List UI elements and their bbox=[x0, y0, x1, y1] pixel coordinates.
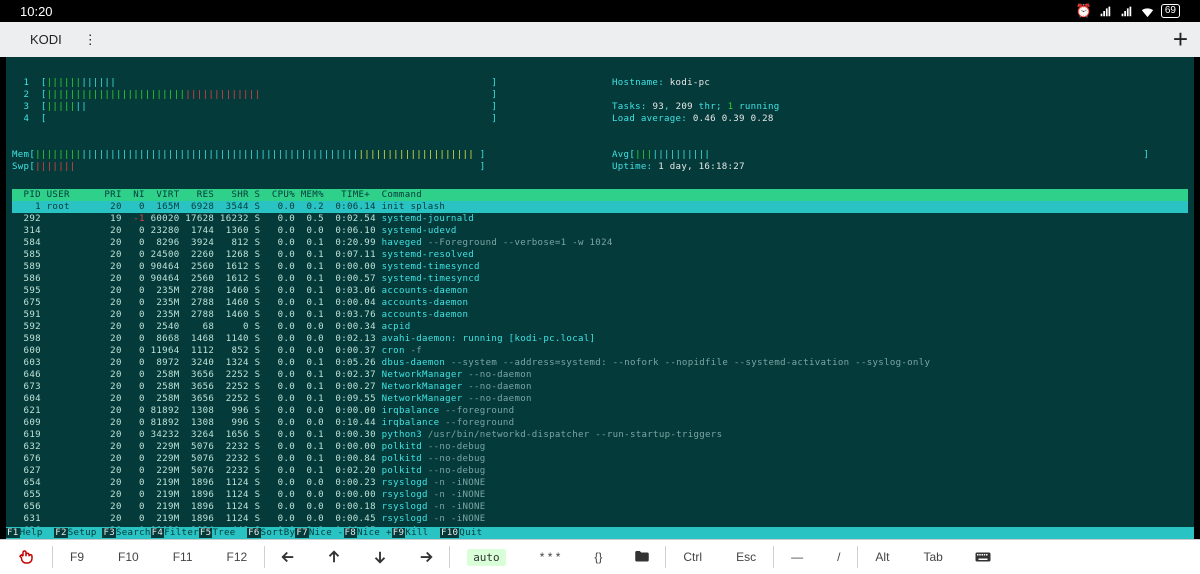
tab-title[interactable]: KODI bbox=[30, 32, 62, 47]
process-row[interactable]: 609 20 0 81892 1308 996 S 0.0 0.0 0:10.4… bbox=[12, 417, 1188, 429]
key-slash[interactable]: / bbox=[820, 540, 857, 574]
process-row[interactable]: 619 20 0 34232 3264 1656 S 0.0 0.1 0:00.… bbox=[12, 429, 1188, 441]
key-f12[interactable]: F12 bbox=[210, 540, 265, 574]
process-row[interactable]: 598 20 0 8668 1468 1140 S 0.0 0.0 0:02.1… bbox=[12, 333, 1188, 345]
stars-button[interactable]: * * * bbox=[523, 540, 578, 574]
process-row[interactable]: 586 20 0 90464 2560 1612 S 0.0 0.1 0:00.… bbox=[12, 273, 1188, 285]
alarm-icon: ⏰ bbox=[1076, 3, 1092, 19]
android-statusbar: 10:20 ⏰ 69 bbox=[0, 0, 1200, 22]
new-tab-button[interactable]: + bbox=[1173, 24, 1188, 55]
process-row-selected[interactable]: 1 root 20 0 165M 6928 3544 S 0.0 0.2 0:0… bbox=[12, 201, 1188, 213]
process-row[interactable]: 632 20 0 229M 5076 2232 S 0.0 0.1 0:00.0… bbox=[12, 441, 1188, 453]
braces-button[interactable]: {} bbox=[577, 540, 619, 574]
process-row[interactable]: 585 20 0 24500 2260 1268 S 0.0 0.1 0:07.… bbox=[12, 249, 1188, 261]
autocomplete-button[interactable]: auto bbox=[450, 540, 523, 574]
tab-menu-icon[interactable]: ⋮ bbox=[84, 32, 97, 48]
key-tab[interactable]: Tab bbox=[906, 540, 959, 574]
termux-toolbar: F9 F10 F11 F12 auto * * * {} Ctrl Esc ― … bbox=[0, 539, 1200, 574]
battery-indicator: 69 bbox=[1161, 4, 1180, 18]
status-icons: ⏰ 69 bbox=[1076, 3, 1180, 19]
process-row[interactable]: 604 20 0 258M 3656 2252 S 0.0 0.1 0:09.5… bbox=[12, 393, 1188, 405]
process-row[interactable]: 656 20 0 219M 1896 1124 S 0.0 0.0 0:00.1… bbox=[12, 501, 1188, 513]
keyboard-icon[interactable] bbox=[960, 540, 1006, 574]
process-row[interactable]: 595 20 0 235M 2788 1460 S 0.0 0.1 0:03.0… bbox=[12, 285, 1188, 297]
arrow-right-icon[interactable] bbox=[403, 540, 449, 574]
process-row[interactable]: 292 19 -1 60020 17628 16232 S 0.0 0.5 0:… bbox=[12, 213, 1188, 225]
arrow-left-icon[interactable] bbox=[265, 540, 311, 574]
terminal-htop[interactable]: 1 [|||||||||||| ] 2 [|||||||||||||||||||… bbox=[6, 57, 1194, 539]
cpu-meters: 1 [|||||||||||| ] 2 [|||||||||||||||||||… bbox=[12, 65, 612, 137]
mem-meters: Mem[||||||||||||||||||||||||||||||||||||… bbox=[12, 137, 612, 185]
process-row[interactable]: 603 20 0 8972 3240 1324 S 0.0 0.1 0:05.2… bbox=[12, 357, 1188, 369]
touch-icon[interactable] bbox=[0, 540, 52, 574]
hostname-label: Hostname: bbox=[612, 78, 664, 88]
process-row[interactable]: 592 20 0 2540 68 0 S 0.0 0.0 0:00.34 acp… bbox=[12, 321, 1188, 333]
process-header: PID USER PRI NI VIRT RES SHR S CPU% MEM%… bbox=[12, 189, 1188, 201]
process-row[interactable]: 621 20 0 81892 1308 996 S 0.0 0.0 0:00.0… bbox=[12, 405, 1188, 417]
process-row[interactable]: 655 20 0 219M 1896 1124 S 0.0 0.0 0:00.0… bbox=[12, 489, 1188, 501]
process-row[interactable]: 673 20 0 258M 3656 2252 S 0.0 0.1 0:00.2… bbox=[12, 381, 1188, 393]
signal-icon bbox=[1098, 4, 1113, 19]
key-alt[interactable]: Alt bbox=[858, 540, 906, 574]
uptime-label: Uptime: bbox=[612, 162, 652, 172]
signal-icon bbox=[1119, 4, 1134, 19]
process-row[interactable]: 589 20 0 90464 2560 1612 S 0.0 0.1 0:00.… bbox=[12, 261, 1188, 273]
process-row[interactable]: 314 20 0 23280 1744 1360 S 0.0 0.0 0:06.… bbox=[12, 225, 1188, 237]
tabbar: KODI ⋮ + bbox=[0, 22, 1200, 57]
uptime: 1 day, 16:18:27 bbox=[658, 162, 745, 172]
function-keys[interactable]: F1Help F2Setup F3SearchF4FilterF5Tree F6… bbox=[6, 527, 1194, 539]
key-dash[interactable]: ― bbox=[774, 540, 820, 574]
key-f9[interactable]: F9 bbox=[53, 540, 101, 574]
process-list[interactable]: 292 19 -1 60020 17628 16232 S 0.0 0.5 0:… bbox=[12, 213, 1188, 537]
tasks-label: Tasks: bbox=[612, 102, 647, 112]
key-f11[interactable]: F11 bbox=[156, 540, 210, 574]
process-row[interactable]: 675 20 0 235M 2788 1460 S 0.0 0.1 0:00.0… bbox=[12, 297, 1188, 309]
folder-icon[interactable] bbox=[619, 540, 665, 574]
hostname: kodi-pc bbox=[670, 78, 710, 88]
process-row[interactable]: 646 20 0 258M 3656 2252 S 0.0 0.1 0:02.3… bbox=[12, 369, 1188, 381]
load-label: Load average: bbox=[612, 114, 687, 124]
key-ctrl[interactable]: Ctrl bbox=[666, 540, 719, 574]
clock: 10:20 bbox=[20, 4, 53, 19]
process-row[interactable]: 676 20 0 229M 5076 2232 S 0.0 0.1 0:00.8… bbox=[12, 453, 1188, 465]
process-row[interactable]: 591 20 0 235M 2788 1460 S 0.0 0.1 0:03.7… bbox=[12, 309, 1188, 321]
wifi-icon bbox=[1140, 4, 1155, 19]
process-row[interactable]: 627 20 0 229M 5076 2232 S 0.0 0.1 0:02.2… bbox=[12, 465, 1188, 477]
arrow-down-icon[interactable] bbox=[357, 540, 403, 574]
arrow-up-icon[interactable] bbox=[311, 540, 357, 574]
process-row[interactable]: 584 20 0 8296 3924 812 S 0.0 0.1 0:20.99… bbox=[12, 237, 1188, 249]
sysinfo: Hostname: kodi-pc Tasks: 93, 209 thr; 1 … bbox=[612, 65, 780, 137]
process-row[interactable]: 600 20 0 11964 1112 852 S 0.0 0.0 0:00.3… bbox=[12, 345, 1188, 357]
process-row[interactable]: 654 20 0 219M 1896 1124 S 0.0 0.0 0:00.2… bbox=[12, 477, 1188, 489]
process-row[interactable]: 631 20 0 219M 1896 1124 S 0.0 0.0 0:00.4… bbox=[12, 513, 1188, 525]
key-f10[interactable]: F10 bbox=[101, 540, 156, 574]
key-esc[interactable]: Esc bbox=[719, 540, 773, 574]
